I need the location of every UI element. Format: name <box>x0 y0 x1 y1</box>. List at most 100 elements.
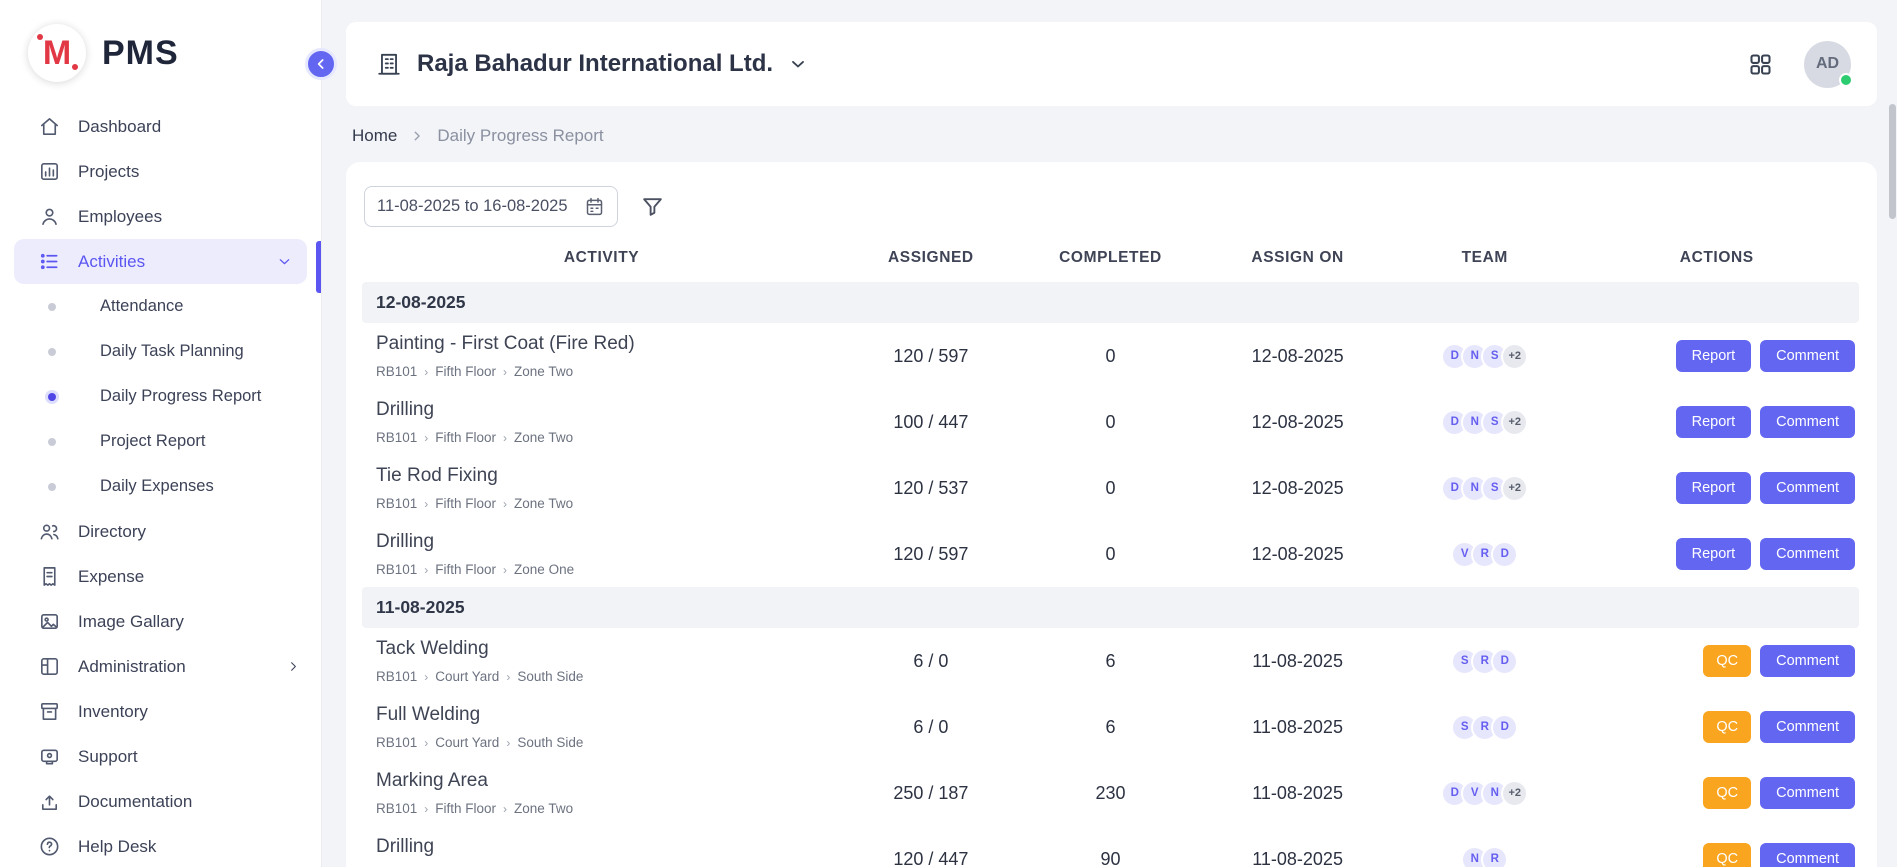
sidebar-item-employees[interactable]: Employees <box>0 194 321 239</box>
sidebar-item-dashboard[interactable]: Dashboard <box>0 104 321 149</box>
filter-funnel-icon[interactable] <box>640 194 665 219</box>
team-extra-count[interactable]: +2 <box>1501 343 1528 370</box>
path-segment: Fifth Floor <box>435 364 496 379</box>
qc-button[interactable]: QC <box>1703 777 1751 809</box>
column-header-team: TEAM <box>1395 231 1575 282</box>
team-extra-count[interactable]: +2 <box>1501 409 1528 436</box>
sidebar-nav: Dashboard Projects EmployeesActivitiesAtte… <box>0 104 321 867</box>
user-avatar[interactable]: AD <box>1804 41 1851 88</box>
chevron-right-icon: › <box>503 365 507 379</box>
activity-name: Drilling <box>376 531 835 553</box>
report-button[interactable]: Report <box>1676 406 1752 438</box>
report-button[interactable]: Report <box>1676 472 1752 504</box>
home-icon <box>38 115 61 138</box>
comment-button[interactable]: Comment <box>1760 340 1855 372</box>
table-row: Marking AreaRB101›Fifth Floor›Zone Two25… <box>362 760 1859 826</box>
sidebar-item-support[interactable]: Support <box>0 734 321 779</box>
comment-button[interactable]: Comment <box>1760 843 1855 867</box>
sidebar-collapse-button[interactable] <box>305 48 337 80</box>
sidebar-subitem-project-report[interactable]: Project Report <box>0 419 321 464</box>
bullet-dot-icon <box>48 438 56 446</box>
sidebar-item-projects[interactable]: Projects <box>0 149 321 194</box>
path-segment: Court Yard <box>435 735 499 750</box>
sidebar-item-label: Administration <box>78 657 186 677</box>
comment-button[interactable]: Comment <box>1760 711 1855 743</box>
team-cell: SRD <box>1395 694 1575 760</box>
team-avatars: DNS+2 <box>1401 409 1569 436</box>
activity-name: Tack Welding <box>376 638 835 660</box>
date-group-label: 11-08-2025 <box>362 587 1859 628</box>
activities-icon <box>38 250 61 273</box>
team-cell: DNS+2 <box>1395 455 1575 521</box>
activity-name: Marking Area <box>376 770 835 792</box>
company-selector[interactable]: Raja Bahadur International Ltd. <box>376 50 808 78</box>
activity-location-path: RB101›Fifth Floor›Zone Two <box>376 430 835 445</box>
table-row: DrillingRB101›Fifth Floor›Zone One120 / … <box>362 521 1859 587</box>
help-desk-icon <box>38 835 61 858</box>
comment-button[interactable]: Comment <box>1760 538 1855 570</box>
breadcrumb-home[interactable]: Home <box>352 126 397 146</box>
page-scrollbar[interactable] <box>1889 104 1896 219</box>
sidebar-subitem-label: Daily Progress Report <box>100 387 261 406</box>
apps-grid-icon[interactable] <box>1747 51 1774 78</box>
team-extra-count[interactable]: +2 <box>1501 475 1528 502</box>
report-button[interactable]: Report <box>1676 340 1752 372</box>
activity-location-path: RB101›Fifth Floor›Zone One <box>376 562 835 577</box>
team-avatars: VRD <box>1401 541 1569 568</box>
sidebar-item-label: Projects <box>78 162 139 182</box>
sidebar-item-expense[interactable]: Expense <box>0 554 321 599</box>
date-range-input[interactable]: 11-08-2025 to 16-08-2025 <box>364 186 618 227</box>
path-segment: RB101 <box>376 801 417 816</box>
chevron-right-icon: › <box>424 736 428 750</box>
path-segment: Zone Two <box>514 801 573 816</box>
sidebar-item-image-gallary[interactable]: Image Gallary <box>0 599 321 644</box>
avatar-initials: AD <box>1816 55 1839 73</box>
team-cell: SRD <box>1395 628 1575 694</box>
sidebar-item-label: Directory <box>78 522 146 542</box>
completed-cell: 0 <box>1021 389 1201 455</box>
chevron-right-icon: › <box>424 497 428 511</box>
sidebar-subitem-daily-expenses[interactable]: Daily Expenses <box>0 464 321 509</box>
app-title: PMS <box>102 34 179 73</box>
sidebar-subitem-label: Project Report <box>100 432 205 451</box>
assigned-cell: 250 / 187 <box>841 760 1021 826</box>
activity-cell: Drilling RB101›Fifth Floor›Zone One <box>362 521 841 587</box>
team-member-avatar: D <box>1491 714 1518 741</box>
sidebar-subitem-daily-progress-report[interactable]: Daily Progress Report <box>0 374 321 419</box>
qc-button[interactable]: QC <box>1703 843 1751 867</box>
sidebar-item-help-desk[interactable]: Help Desk <box>0 824 321 867</box>
path-segment: Court Yard <box>435 669 499 684</box>
sidebar-item-documentation[interactable]: Documentation <box>0 779 321 824</box>
breadcrumb-current: Daily Progress Report <box>437 126 603 146</box>
assign-on-cell: 12-08-2025 <box>1200 455 1395 521</box>
activity-cell: Painting - First Coat (Fire Red)RB101›Fi… <box>362 323 841 389</box>
comment-button[interactable]: Comment <box>1760 406 1855 438</box>
sidebar-item-label: Expense <box>78 567 144 587</box>
sidebar-item-directory[interactable]: Directory <box>0 509 321 554</box>
team-extra-count[interactable]: +2 <box>1501 780 1528 807</box>
sidebar-item-inventory[interactable]: Inventory <box>0 689 321 734</box>
sidebar-item-administration[interactable]: Administration <box>0 644 321 689</box>
chevron-right-icon: › <box>424 365 428 379</box>
column-header-assigned: ASSIGNED <box>841 231 1021 282</box>
sidebar-item-label: Inventory <box>78 702 148 722</box>
calendar-icon[interactable] <box>584 196 605 217</box>
table-row: Tie Rod FixingRB101›Fifth Floor›Zone Two… <box>362 455 1859 521</box>
actions-cell: QC Comment <box>1575 826 1859 867</box>
sidebar-subitem-attendance[interactable]: Attendance <box>0 284 321 329</box>
assigned-cell: 6 / 0 <box>841 694 1021 760</box>
table-row: DrillingRB101›Fifth Floor›Zone Two120 / … <box>362 826 1859 867</box>
app-logo: M PMS <box>0 0 321 96</box>
comment-button[interactable]: Comment <box>1760 777 1855 809</box>
path-segment: South Side <box>517 735 583 750</box>
sidebar-subitem-daily-task-planning[interactable]: Daily Task Planning <box>0 329 321 374</box>
comment-button[interactable]: Comment <box>1760 645 1855 677</box>
qc-button[interactable]: QC <box>1703 711 1751 743</box>
content-card: 11-08-2025 to 16-08-2025 ACTIVITYASSIGNE… <box>346 162 1877 867</box>
qc-button[interactable]: QC <box>1703 645 1751 677</box>
comment-button[interactable]: Comment <box>1760 472 1855 504</box>
chevron-left-icon <box>313 56 329 72</box>
sidebar-subitem-label: Daily Expenses <box>100 477 214 496</box>
report-button[interactable]: Report <box>1676 538 1752 570</box>
sidebar-item-activities[interactable]: Activities <box>14 239 307 284</box>
